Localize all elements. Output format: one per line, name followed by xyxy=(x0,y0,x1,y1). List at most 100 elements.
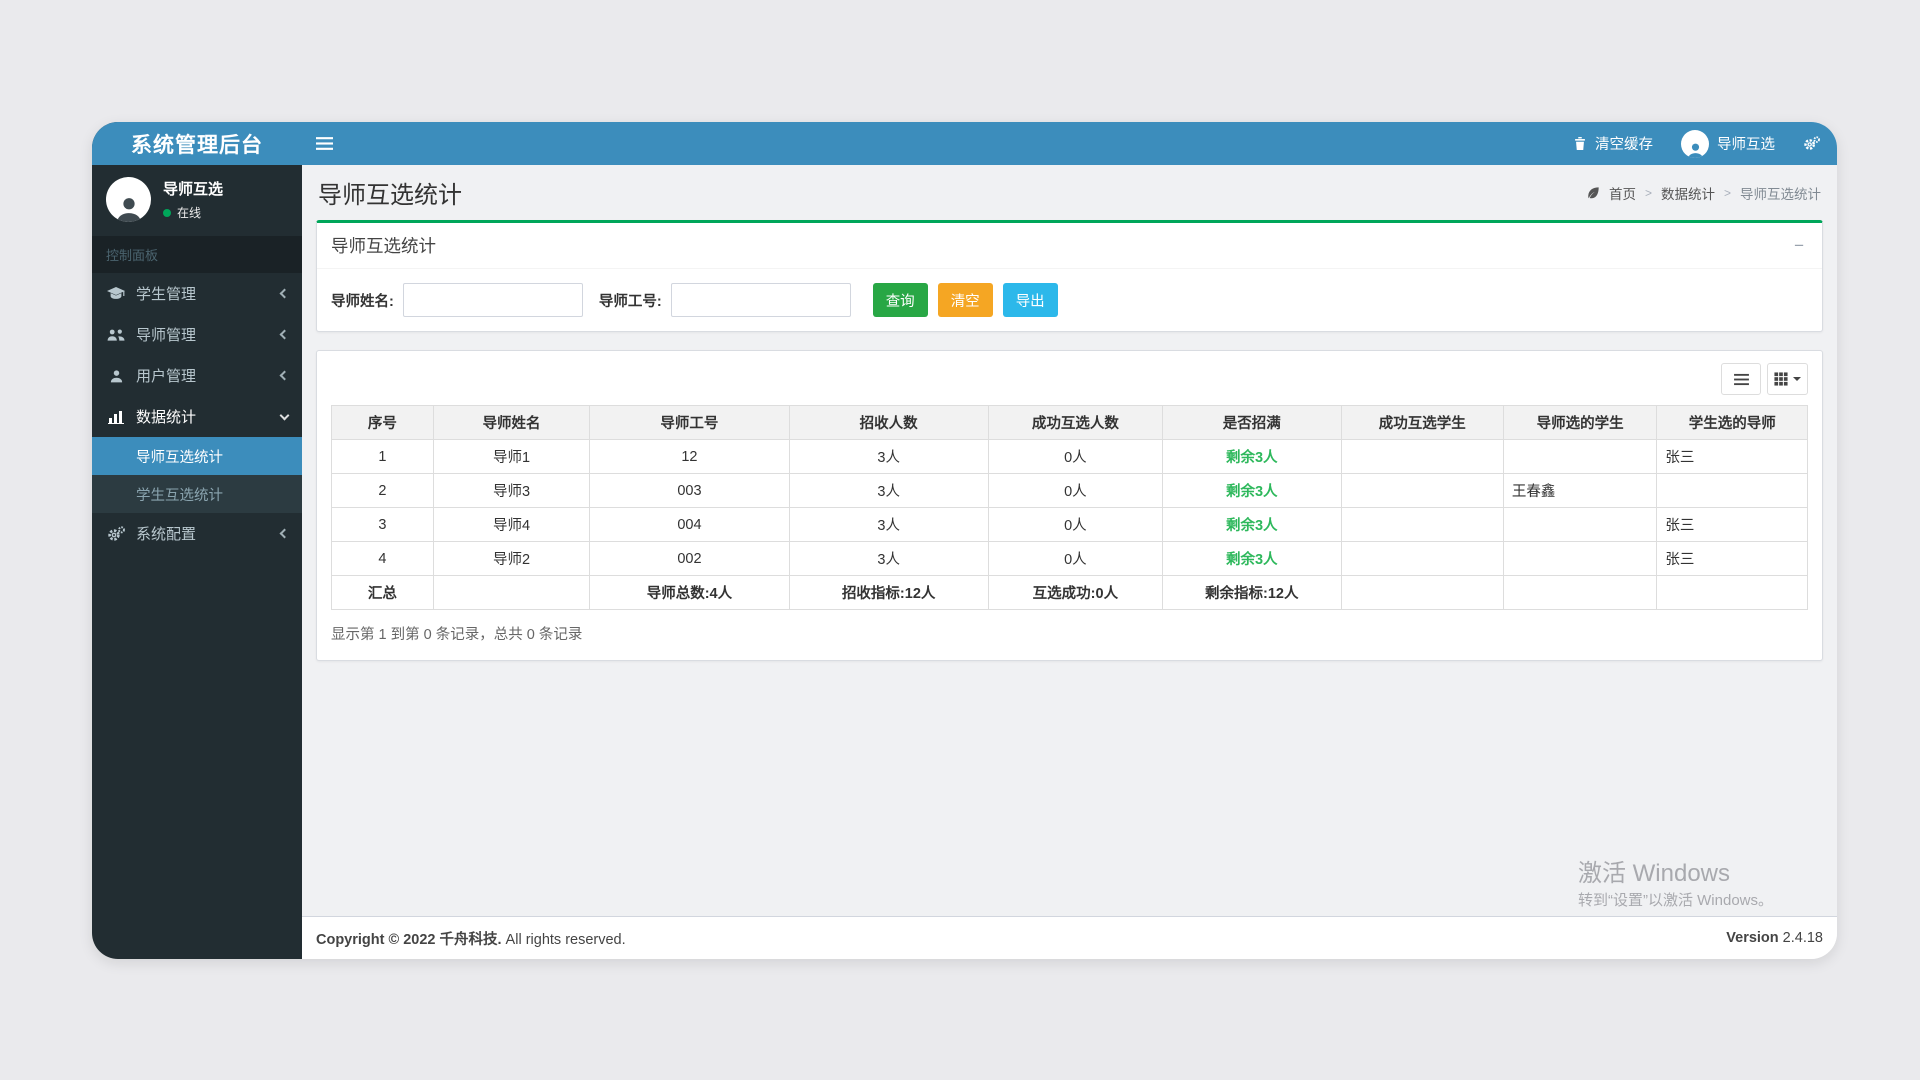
table-cell: 3 xyxy=(331,507,434,542)
table-cell: 3人 xyxy=(788,473,989,508)
sidebar-user-status[interactable]: 在线 xyxy=(163,204,223,221)
navbar-right: 清空缓存 导师互选 xyxy=(1573,129,1821,158)
table-row: 1 导师1 12 3人 0人 剩余3人 张三 xyxy=(331,439,1808,474)
clear-button[interactable]: 清空 xyxy=(937,283,993,317)
filter-panel-title: 导师互选统计 xyxy=(331,236,436,256)
mentor-name-label: 导师姓名: xyxy=(331,293,394,310)
table-cell: 2 xyxy=(331,473,434,508)
columns-grid-icon xyxy=(1774,372,1788,386)
sidebar-item-label: 数据统计 xyxy=(136,409,197,426)
top-navbar: 清空缓存 导师互选 xyxy=(302,122,1837,165)
col-header: 学生选的导师 xyxy=(1656,405,1808,440)
table-cell: 导师3 xyxy=(432,473,591,508)
summary-cell xyxy=(432,575,591,610)
col-header: 成功互选人数 xyxy=(987,405,1163,440)
toggle-view-button[interactable] xyxy=(1721,363,1761,395)
filter-panel: 导师互选统计 − 导师姓名: 导师工号: 查询 清空 导出 xyxy=(316,220,1823,332)
sidebar-item-student-management[interactable]: 学生管理 xyxy=(92,273,302,314)
sidebar-subitem-label: 学生互选统计 xyxy=(136,487,223,504)
person-icon xyxy=(1687,143,1703,158)
user-avatar xyxy=(106,177,151,222)
table-cell: 0人 xyxy=(987,439,1163,474)
watermark-line1: 激活 Windows xyxy=(1577,860,1731,887)
graduation-cap-icon xyxy=(106,286,126,301)
col-header: 导师选的学生 xyxy=(1502,405,1658,440)
summary-cell xyxy=(1340,575,1504,610)
table-row: 2 导师3 003 3人 0人 剩余3人 王春鑫 xyxy=(331,473,1808,508)
bar-chart-icon xyxy=(106,410,126,424)
footer-version: Version 2.4.18 xyxy=(1726,930,1823,946)
sidebar-submenu-data-statistics: 导师互选统计 学生互选统计 xyxy=(92,437,302,513)
query-button[interactable]: 查询 xyxy=(872,283,928,317)
table-cell-remaining: 剩余3人 xyxy=(1161,473,1342,508)
list-view-icon xyxy=(1733,373,1749,385)
sidebar-item-system-config[interactable]: 系统配置 xyxy=(92,513,302,554)
mentor-id-label: 导师工号: xyxy=(598,293,662,310)
table-cell xyxy=(1340,507,1504,542)
collapse-panel-button[interactable]: − xyxy=(1790,237,1808,254)
export-button[interactable]: 导出 xyxy=(1002,283,1058,317)
table-cell xyxy=(1502,507,1658,542)
clear-cache-label: 清空缓存 xyxy=(1595,137,1653,153)
table-cell: 3人 xyxy=(788,439,989,474)
person-icon xyxy=(116,198,141,222)
breadcrumb: 首页 > 数据统计 > 导师互选统计 xyxy=(1586,183,1821,203)
table-cell xyxy=(1340,541,1504,576)
page-title: 导师互选统计 xyxy=(318,182,462,209)
navbar-user-menu[interactable]: 导师互选 xyxy=(1681,129,1775,158)
breadcrumb-data-statistics[interactable]: 数据统计 xyxy=(1661,183,1715,203)
summary-cell: 招收指标:12人 xyxy=(788,575,989,610)
hamburger-icon xyxy=(316,137,333,150)
table-cell: 0人 xyxy=(987,473,1163,508)
sidebar-item-data-statistics[interactable]: 数据统计 xyxy=(92,396,302,437)
sidebar-subitem-mentor-mutual-stats[interactable]: 导师互选统计 xyxy=(92,437,302,475)
table-cell: 张三 xyxy=(1656,439,1808,474)
watermark-line2: 转到“设置”以激活 Windows。 xyxy=(1577,892,1773,909)
col-header: 导师工号 xyxy=(589,405,790,440)
mentor-id-input[interactable] xyxy=(670,283,851,317)
table-cell xyxy=(1340,473,1504,508)
table-row: 3 导师4 004 3人 0人 剩余3人 张三 xyxy=(331,507,1808,542)
table-cell-remaining: 剩余3人 xyxy=(1161,541,1342,576)
table-cell: 导师2 xyxy=(432,541,591,576)
app-logo[interactable]: 系统管理后台 xyxy=(92,122,302,165)
table-cell: 王春鑫 xyxy=(1502,473,1658,508)
summary-row: 汇总 导师总数:4人 招收指标:12人 互选成功:0人 剩余指标:12人 xyxy=(331,575,1808,610)
sidebar-subitem-label: 导师互选统计 xyxy=(136,449,223,466)
table-cell xyxy=(1656,473,1808,508)
sidebar-item-mentor-management[interactable]: 导师管理 xyxy=(92,314,302,355)
windows-activation-watermark: 激活 Windows 转到“设置”以激活 Windows。 xyxy=(1578,859,1773,910)
chevron-left-icon xyxy=(279,329,290,340)
table-cell-remaining: 剩余3人 xyxy=(1161,507,1342,542)
users-icon xyxy=(106,328,126,342)
table-cell xyxy=(1340,439,1504,474)
breadcrumb-home[interactable]: 首页 xyxy=(1609,183,1636,203)
sidebar-subitem-student-mutual-stats[interactable]: 学生互选统计 xyxy=(92,475,302,513)
sidebar-section-header: 控制面板 xyxy=(92,236,302,273)
sidebar: 系统管理后台 导师互选 在线 控制面板 学生管理 导师管理 用户管理 数据统计 … xyxy=(92,122,302,959)
settings-menu-button[interactable] xyxy=(1803,136,1821,151)
clear-cache-button[interactable]: 清空缓存 xyxy=(1573,133,1653,154)
sidebar-toggle-button[interactable] xyxy=(316,136,333,151)
sidebar-item-user-management[interactable]: 用户管理 xyxy=(92,355,302,396)
table-cell: 导师1 xyxy=(432,439,591,474)
columns-button[interactable] xyxy=(1767,363,1808,395)
table-cell: 3人 xyxy=(788,507,989,542)
main-area: 清空缓存 导师互选 导师互选统计 首页 > 数据统计 > 导师互选统计 导师互选… xyxy=(302,122,1837,959)
cogs-icon xyxy=(106,525,126,542)
sidebar-user-status-label: 在线 xyxy=(177,206,202,220)
sidebar-user-panel: 导师互选 在线 xyxy=(92,165,302,236)
online-dot-icon xyxy=(163,208,171,217)
table-toolbar xyxy=(331,363,1808,395)
breadcrumb-separator: > xyxy=(1723,185,1731,200)
summary-cell: 互选成功:0人 xyxy=(987,575,1163,610)
table-cell: 002 xyxy=(589,541,790,576)
table-cell: 张三 xyxy=(1656,541,1808,576)
table-row: 4 导师2 002 3人 0人 剩余3人 张三 xyxy=(331,541,1808,576)
mentor-name-input[interactable] xyxy=(402,283,583,317)
col-header: 成功互选学生 xyxy=(1340,405,1504,440)
leaf-icon xyxy=(1586,186,1600,200)
table-cell xyxy=(1502,439,1658,474)
table-cell: 0人 xyxy=(987,541,1163,576)
caret-down-icon xyxy=(1793,377,1801,381)
